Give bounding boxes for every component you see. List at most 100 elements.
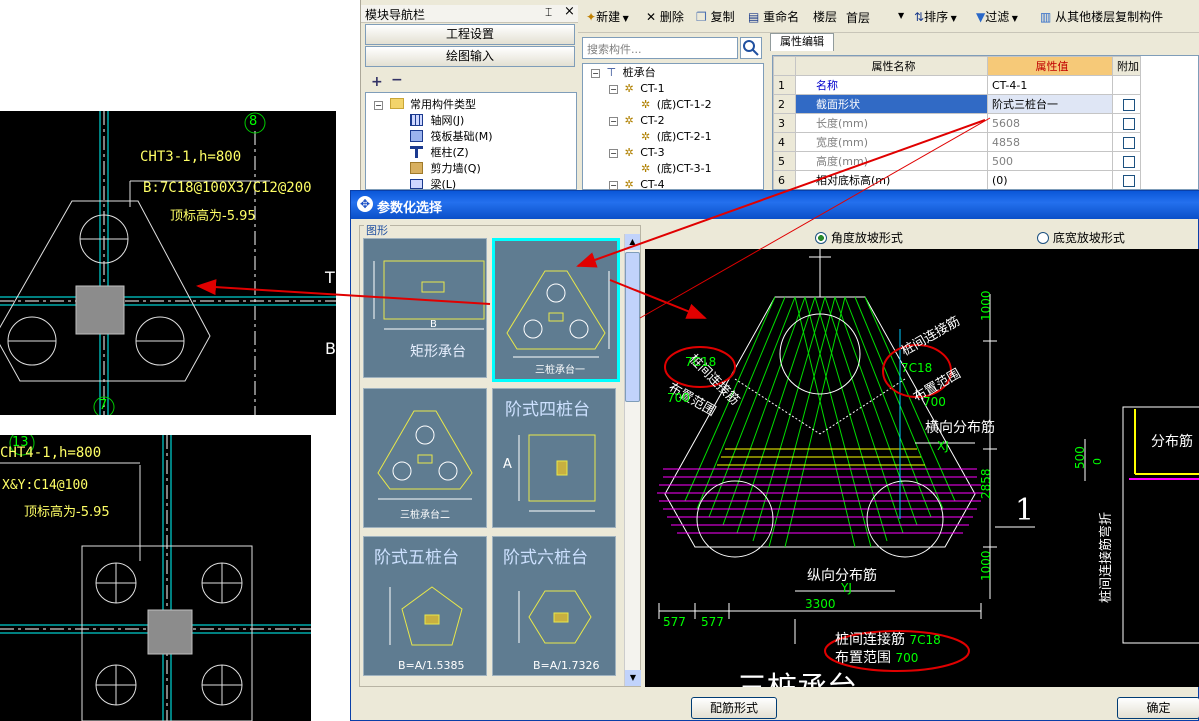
extra-checkbox[interactable]: [1122, 98, 1135, 111]
sort-button[interactable]: ⇅排序 ▼: [914, 6, 957, 28]
property-value[interactable]: 4858: [987, 132, 1113, 152]
tree-item-raft[interactable]: 筏板基础(M): [410, 129, 493, 145]
extra-checkbox[interactable]: [1122, 174, 1135, 187]
tree-item-axis[interactable]: 轴网(J): [410, 113, 464, 129]
header-name: 属性名称: [795, 56, 988, 76]
property-header-row: 属性名称 属性值 附加: [773, 56, 1141, 76]
tree-label: 桩承台: [622, 66, 656, 79]
chevron-down-icon: ▼: [898, 11, 905, 20]
property-value[interactable]: 阶式三桩台一: [987, 94, 1113, 114]
search-icon[interactable]: [740, 37, 762, 59]
sort-icon: ⇅: [914, 10, 925, 24]
row-number: 4: [773, 132, 796, 152]
collapse-all-icon[interactable]: −: [391, 72, 403, 88]
cad-view-top[interactable]: 8 7 CHT3-1,h=800 B:7C18@100X3/C12@200 顶标…: [0, 111, 336, 415]
shape-three-pile-cap-1-selected[interactable]: 三桩承台一: [492, 238, 620, 382]
extra-checkbox[interactable]: [1122, 155, 1135, 168]
component-panel: 搜索构件... − ⊤ 桩承台 − ✲ CT-1 ✲ (底)CT-1-2 − ✲…: [578, 33, 768, 191]
tree-item-column[interactable]: 框柱(Z): [410, 145, 469, 161]
radio-label: 底宽放坡形式: [1052, 231, 1125, 245]
pin-icon[interactable]: ⌶: [545, 5, 552, 20]
copy-button[interactable]: ❐ 复制: [696, 6, 735, 28]
tree-item-ct3-1[interactable]: ✲ (底)CT-3-1: [641, 161, 712, 177]
property-value[interactable]: CT-4-1: [987, 75, 1113, 95]
search-input[interactable]: 搜索构件...: [587, 41, 642, 57]
parametric-select-dialog: ✥ 参数化选择 图形 B 矩形承台 三桩承台一 三桩承台二 阶式四桩台 A 阶式…: [350, 190, 1199, 721]
shape-name: 三桩承台二: [400, 510, 450, 521]
shape-stepped-six-pile[interactable]: 阶式六桩台 B=A/1.7326: [492, 536, 616, 676]
cad-label-rebar-xy: X&Y:C14@100: [2, 478, 89, 493]
tree-item-wall[interactable]: 剪力墙(Q): [410, 161, 481, 177]
nav-title: 模块导航栏: [365, 8, 426, 22]
shape-three-pile-cap-2[interactable]: 三桩承台二: [363, 388, 487, 528]
cad-view-bottom[interactable]: 13 CHT4-1,h=800 X&Y:C14@100 顶标高为-5.95: [0, 435, 311, 721]
expand-all-icon[interactable]: +: [371, 74, 383, 90]
radio-unselected-icon[interactable]: [1037, 232, 1049, 244]
tree-item-ct1[interactable]: − ✲ CT-1: [609, 81, 665, 97]
preview-right-note-2: 7C18: [901, 361, 933, 375]
tree-item-ct3[interactable]: − ✲ CT-3: [609, 145, 665, 161]
floor-select[interactable]: 首层 ▼: [842, 8, 908, 26]
tree-item-ct1-2[interactable]: ✲ (底)CT-1-2: [641, 97, 712, 113]
project-settings-button[interactable]: 工程设置: [365, 24, 575, 45]
new-button[interactable]: ✦新建 ▼: [586, 6, 629, 28]
property-value[interactable]: (0): [987, 170, 1113, 189]
rename-button[interactable]: ▤ 重命名: [748, 6, 799, 28]
property-name: 高度(mm): [795, 151, 988, 171]
tree-label: (底)CT-3-1: [656, 162, 712, 175]
shape-name: 矩形承台: [410, 344, 466, 360]
property-value[interactable]: 500: [987, 151, 1113, 171]
shape-stepped-four-pile[interactable]: 阶式四桩台 A: [492, 388, 616, 528]
tree-item-common[interactable]: − 常用构件类型: [374, 97, 476, 113]
gear-icon: ✲: [624, 82, 634, 95]
row-number: 2: [773, 94, 796, 114]
cad-label-elevation: 顶标高为-5.95: [170, 209, 256, 224]
drawing-input-button[interactable]: 绘图输入: [365, 46, 575, 67]
search-box[interactable]: 搜索构件...: [582, 37, 738, 59]
axis-label-7: 7: [99, 398, 108, 413]
property-row-selected[interactable]: 2 截面形状 阶式三桩台一: [773, 94, 1141, 114]
beam-icon: [410, 179, 423, 189]
gear-icon: ✲: [624, 146, 634, 159]
shape-formula: B=A/1.5385: [398, 659, 465, 672]
property-row[interactable]: 6 相对底标高(m) (0): [773, 170, 1141, 189]
scroll-up-icon[interactable]: ▲: [625, 234, 640, 250]
tab-property-edit[interactable]: 属性编辑: [770, 33, 834, 51]
preview-bottom-note-1: 桩间连接筋 7C18: [835, 629, 941, 649]
property-row[interactable]: 5 高度(mm) 500: [773, 151, 1141, 171]
filter-button[interactable]: ▼过滤 ▼: [976, 6, 1018, 28]
radio-angle-slope[interactable]: 角度放坡形式: [815, 229, 903, 246]
radio-bottom-width-slope[interactable]: 底宽放坡形式: [1037, 229, 1125, 246]
tree-item-ct2-1[interactable]: ✲ (底)CT-2-1: [641, 129, 712, 145]
delete-button[interactable]: ✕ 删除: [646, 6, 684, 28]
shape-stepped-five-pile[interactable]: 阶式五桩台 B=A/1.5385: [363, 536, 487, 676]
scroll-thumb[interactable]: [625, 252, 640, 402]
scroll-down-icon[interactable]: ▼: [625, 670, 641, 686]
cad-label-cht4: CHT4-1,h=800: [0, 445, 102, 461]
shape-list-scrollbar[interactable]: ▲ ▼: [624, 234, 641, 686]
tree-item-pilecap[interactable]: − ⊤ 桩承台: [591, 65, 656, 81]
preview-right-note-4: 700: [923, 395, 946, 409]
property-panel: 属性编辑 属性名称 属性值 附加 1 名称 CT-4-1 2 截面形状 阶式三桩…: [768, 33, 1199, 190]
shape-dim-label: B: [430, 319, 437, 330]
dialog-titlebar[interactable]: ✥ 参数化选择: [351, 191, 1199, 219]
shape-name: 阶式四桩台: [505, 400, 590, 420]
delete-label: 删除: [659, 10, 684, 24]
copy-from-floor-button[interactable]: ▥ 从其他楼层复制构件: [1040, 6, 1163, 28]
rebar-form-button[interactable]: 配筋形式: [691, 697, 777, 719]
property-value[interactable]: 5608: [987, 113, 1113, 133]
property-row[interactable]: 1 名称 CT-4-1: [773, 75, 1141, 95]
tree-item-ct2[interactable]: − ✲ CT-2: [609, 113, 665, 129]
close-icon[interactable]: ×: [564, 4, 575, 19]
radio-selected-icon[interactable]: [815, 232, 827, 244]
property-name: 长度(mm): [795, 113, 988, 133]
extra-checkbox[interactable]: [1122, 117, 1135, 130]
extra-checkbox[interactable]: [1122, 136, 1135, 149]
shape-rect-cap[interactable]: B 矩形承台: [363, 238, 487, 378]
ok-button[interactable]: 确定: [1117, 697, 1199, 719]
preview-xj-label: XJ: [937, 439, 949, 453]
property-name: 名称: [795, 75, 988, 95]
property-row[interactable]: 4 宽度(mm) 4858: [773, 132, 1141, 152]
shape-name: 三桩承台一: [535, 365, 585, 376]
property-row[interactable]: 3 长度(mm) 5608: [773, 113, 1141, 133]
